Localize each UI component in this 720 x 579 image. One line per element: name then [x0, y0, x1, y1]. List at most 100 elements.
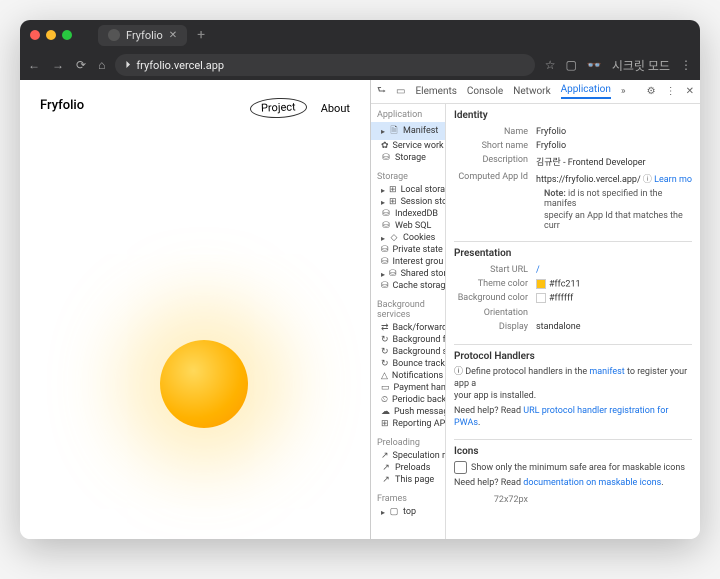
icon-size-label: 72x72px	[454, 495, 536, 505]
nav-buttons: ← → ⟳ ⌂	[28, 58, 105, 72]
info-icon[interactable]: ⓘ	[643, 175, 652, 185]
info-icon: ⓘ	[454, 367, 463, 377]
back-icon[interactable]: ←	[28, 58, 40, 72]
menu-icon[interactable]: ⋮	[680, 58, 692, 72]
sidebar-item-top[interactable]: ▸▢top	[371, 506, 445, 518]
address-bar[interactable]: ⏵ fryfolio.vercel.app	[115, 54, 534, 76]
hero-yolk-graphic	[160, 340, 248, 428]
db-icon: ⛁	[381, 153, 391, 163]
dock-icon[interactable]: ⋮	[666, 86, 676, 97]
sidebar-item-bfcache[interactable]: ⇄Back/forward	[371, 322, 445, 334]
sidebar-item-notifications[interactable]: △Notifications	[371, 370, 445, 382]
more-tabs-icon[interactable]: »	[621, 86, 626, 97]
sidebar-item-storage[interactable]: ⛁Storage	[371, 152, 445, 164]
sidebar-item-manifest[interactable]: ▸🗎Manifest	[371, 122, 445, 140]
sidebar-item-indexeddb[interactable]: ⛁IndexedDB	[371, 208, 445, 220]
minimize-window[interactable]	[46, 30, 56, 40]
group-preloading: Preloading	[371, 436, 445, 450]
manifest-appid: https://fryfolio.vercel.app/	[536, 175, 641, 185]
maskable-help-link[interactable]: documentation on maskable icons	[523, 478, 661, 488]
sidebar-item-privatestate[interactable]: ⛁Private state	[371, 244, 445, 256]
sidebar-item-reporting[interactable]: ⊞Reporting AP	[371, 418, 445, 430]
sidebar-item-thispage[interactable]: ↗This page	[371, 474, 445, 486]
new-tab-button[interactable]: +	[191, 27, 211, 43]
screen-icon[interactable]: ▢	[566, 58, 577, 72]
nav-project[interactable]: Project	[250, 97, 307, 119]
sidebar-item-interestgroups[interactable]: ⛁Interest grou	[371, 256, 445, 268]
favicon-icon	[108, 29, 120, 41]
tab-title: Fryfolio	[126, 29, 163, 42]
site-nav: Project About	[250, 98, 350, 118]
sidebar-item-bgfetch[interactable]: ↻Background f	[371, 334, 445, 346]
star-icon[interactable]: ☆	[545, 58, 556, 72]
identity-heading: Identity	[454, 110, 692, 121]
bg-color-value: #ffffff	[549, 294, 573, 304]
group-background: Background services	[371, 298, 445, 322]
sidebar-item-bounce[interactable]: ↻Bounce track	[371, 358, 445, 370]
start-url-link[interactable]: /	[536, 265, 540, 275]
maskable-checkbox[interactable]	[454, 461, 467, 474]
sidebar-item-localstorage[interactable]: ▸⊞Local storage	[371, 184, 445, 196]
sidebar-item-preloads[interactable]: ↗Preloads	[371, 462, 445, 474]
nav-about[interactable]: About	[321, 102, 350, 115]
gear-icon[interactable]: ⚙	[647, 86, 656, 97]
content-split: Fryfolio Project About ⮑ ▭ Elements Cons…	[20, 80, 700, 539]
incognito-icon: 👓	[587, 58, 602, 72]
sidebar-item-bgsync[interactable]: ↻Background s	[371, 346, 445, 358]
group-frames: Frames	[371, 492, 445, 506]
protocol-heading: Protocol Handlers	[454, 351, 692, 362]
close-window[interactable]	[30, 30, 40, 40]
application-sidebar: Application ▸🗎Manifest ✿Service work ⛁St…	[371, 104, 446, 539]
tab-elements[interactable]: Elements	[415, 86, 456, 97]
learn-more-link[interactable]: Learn mo	[654, 175, 692, 185]
devtools-panel: ⮑ ▭ Elements Console Network Application…	[370, 80, 700, 539]
presentation-heading: Presentation	[454, 248, 692, 259]
sidebar-item-serviceworker[interactable]: ✿Service work	[371, 140, 445, 152]
doc-icon: 🗎	[389, 123, 399, 139]
sidebar-item-payment[interactable]: ▭Payment han	[371, 382, 445, 394]
devtools-tabs: ⮑ ▭ Elements Console Network Application…	[371, 80, 700, 104]
device-icon[interactable]: ▭	[396, 86, 405, 97]
display-value: standalone	[536, 322, 581, 332]
bg-color-swatch	[536, 293, 546, 303]
icons-heading: Icons	[454, 446, 692, 457]
browser-tab[interactable]: Fryfolio ✕	[98, 25, 187, 46]
gears-icon: ✿	[381, 141, 389, 151]
group-storage: Storage	[371, 170, 445, 184]
theme-color-swatch	[536, 279, 546, 289]
sidebar-item-cachestorage[interactable]: ⛁Cache storag	[371, 280, 445, 292]
sidebar-item-push[interactable]: ☁Push messag	[371, 406, 445, 418]
maskable-checkbox-row[interactable]: Show only the minimum safe area for mask…	[454, 461, 692, 474]
sidebar-item-cookies[interactable]: ▸◇Cookies	[371, 232, 445, 244]
sidebar-item-periodic[interactable]: ⏲Periodic back	[371, 394, 445, 406]
tab-console[interactable]: Console	[467, 86, 503, 97]
browser-window: Fryfolio ✕ + ← → ⟳ ⌂ ⏵ fryfolio.vercel.a…	[20, 20, 700, 539]
sidebar-item-speculation[interactable]: ↗Speculation r	[371, 450, 445, 462]
incognito-label: 시크릿 모드	[612, 57, 670, 74]
sidebar-item-websql[interactable]: ⛁Web SQL	[371, 220, 445, 232]
url-text: fryfolio.vercel.app	[136, 59, 224, 72]
toolbar: ← → ⟳ ⌂ ⏵ fryfolio.vercel.app ☆ ▢ 👓 시크릿 …	[20, 50, 700, 80]
inspect-icon[interactable]: ⮑	[377, 83, 386, 100]
toolbar-right: ☆ ▢ 👓 시크릿 모드 ⋮	[545, 57, 692, 74]
manifest-details: Identity NameFryfolio Short nameFryfolio…	[446, 104, 700, 539]
lock-icon: ⏵	[125, 60, 130, 71]
tab-strip: Fryfolio ✕ +	[98, 25, 211, 46]
tab-network[interactable]: Network	[513, 86, 550, 97]
manifest-description: 김규란 - Frontend Developer	[536, 155, 646, 168]
close-devtools-icon[interactable]: ✕	[686, 86, 694, 97]
sidebar-item-sessionstorage[interactable]: ▸⊞Session stor	[371, 196, 445, 208]
rendered-page: Fryfolio Project About	[20, 80, 370, 539]
group-application: Application	[371, 108, 445, 122]
close-tab-icon[interactable]: ✕	[169, 30, 177, 41]
sidebar-item-sharedstorage[interactable]: ▸⛁Shared stora	[371, 268, 445, 280]
forward-icon[interactable]: →	[52, 58, 64, 72]
manifest-name: Fryfolio	[536, 127, 566, 137]
tab-application[interactable]: Application	[561, 84, 611, 99]
manifest-shortname: Fryfolio	[536, 141, 566, 151]
maximize-window[interactable]	[62, 30, 72, 40]
devtools-body: Application ▸🗎Manifest ✿Service work ⛁St…	[371, 104, 700, 539]
reload-icon[interactable]: ⟳	[76, 58, 86, 72]
home-icon[interactable]: ⌂	[98, 58, 105, 72]
manifest-link[interactable]: manifest	[589, 367, 624, 377]
